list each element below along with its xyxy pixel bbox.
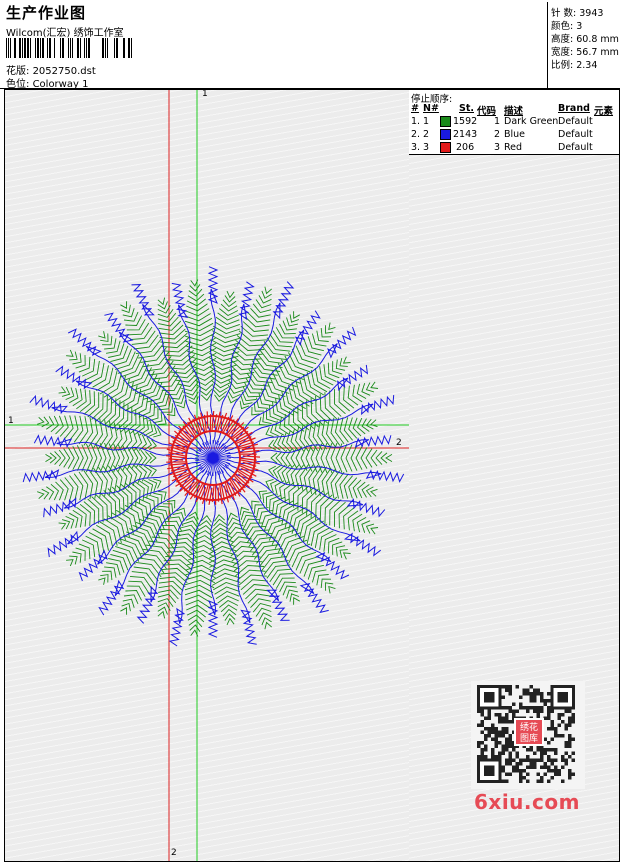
- barcode-image: [6, 38, 132, 58]
- embroidery-design: [5, 90, 410, 861]
- col-n: N#: [423, 103, 439, 114]
- col-hash: #: [411, 103, 419, 114]
- row2-idx: 2.: [411, 129, 421, 140]
- design-preview-panel: 1 1 2 2: [4, 89, 411, 862]
- row3-code: 3: [494, 142, 501, 153]
- row3-st: 206: [456, 142, 475, 153]
- stat-width: 宽度: 56.7 mm: [551, 47, 619, 58]
- row1-st: 1592: [453, 116, 478, 127]
- thread-swatch-red: [440, 142, 451, 153]
- row1-n: 1: [423, 116, 430, 127]
- row1-desc: Dark Green: [504, 116, 559, 127]
- thread-swatch-green: [440, 116, 451, 127]
- qr-code-image: 绣花图库: [471, 681, 585, 789]
- col-desc: 描述: [504, 106, 524, 117]
- axis-label-top: 1: [202, 89, 208, 99]
- row1-idx: 1.: [411, 116, 421, 127]
- row2-n: 2: [423, 129, 430, 140]
- stop-sequence-table: 停止顺序: # N# St. 代码 描述 Brand 元素 1. 1 1592 …: [409, 90, 619, 155]
- row2-st: 2143: [453, 129, 478, 140]
- col-element: 元素: [594, 106, 614, 117]
- row3-idx: 3.: [411, 142, 421, 153]
- col-brand: Brand: [558, 103, 590, 114]
- row1-brand: Default: [558, 116, 593, 127]
- stat-height: 高度: 60.8 mm: [551, 34, 619, 45]
- stat-stitches: 针 数: 3943: [551, 8, 604, 19]
- axis-label-bottom: 2: [171, 848, 177, 858]
- axis-label-left: 1: [8, 416, 14, 426]
- col-st: St.: [459, 103, 474, 114]
- row2-code: 2: [494, 129, 501, 140]
- studio-name: Wilcom(汇宏) 绣饰工作室: [6, 28, 124, 39]
- row3-brand: Default: [558, 142, 593, 153]
- row3-desc: Red: [504, 142, 523, 153]
- thread-swatch-blue: [440, 129, 451, 140]
- page-title: 生产作业图: [6, 4, 87, 22]
- row3-n: 3: [423, 142, 430, 153]
- stat-scale: 比例: 2.34: [551, 60, 598, 71]
- row2-brand: Default: [558, 129, 593, 140]
- stats-box: 针 数: 3943 颜色: 3 高度: 60.8 mm 宽度: 56.7 mm …: [547, 2, 620, 88]
- svg-text:图库: 图库: [520, 732, 538, 744]
- axis-label-right: 2: [396, 438, 402, 448]
- row2-desc: Blue: [504, 129, 526, 140]
- col-code: 代码: [477, 106, 497, 117]
- svg-text:绣花: 绣花: [520, 721, 538, 733]
- row1-code: 1: [494, 116, 501, 127]
- stat-colors: 颜色: 3: [551, 21, 583, 32]
- watermark-logo: 6xiu.com: [474, 790, 580, 814]
